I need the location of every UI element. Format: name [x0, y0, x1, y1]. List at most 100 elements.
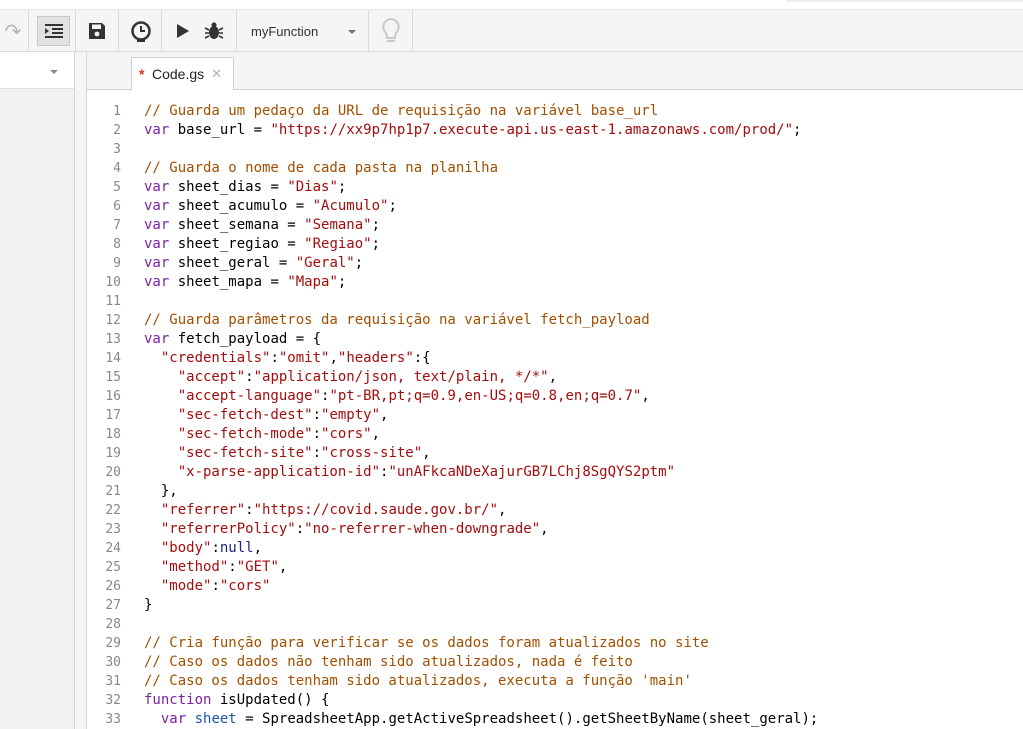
execution-hints-button[interactable] [371, 10, 411, 52]
code-token: ; [354, 255, 364, 271]
code-text: "sec-fetch-dest":"empty", [144, 406, 389, 425]
code-text: "credentials":"omit","headers":{ [144, 349, 431, 368]
line-number: 14 [105, 351, 121, 366]
code-line: 14 "credentials":"omit","headers":{ [88, 349, 1023, 368]
code-token: , [380, 407, 389, 423]
code-token: : [312, 426, 322, 442]
code-token: : [312, 407, 322, 423]
code-token: "sec-fetch-dest" [177, 407, 313, 423]
code-text: // Guarda parâmetros da requisição na va… [144, 311, 650, 330]
code-line: 26 "mode":"cors" [88, 577, 1023, 596]
function-select[interactable]: myFunction [237, 10, 368, 52]
code-text: // Guarda o nome de cada pasta na planil… [144, 159, 498, 178]
code-token: "cross-site" [321, 445, 423, 461]
triggers-button[interactable] [127, 10, 155, 52]
redo-icon: ↷ [4, 20, 22, 43]
line-number: 31 [105, 674, 121, 689]
file-tab-code-gs[interactable]: * Code.gs ✕ [131, 57, 234, 90]
save-button[interactable] [84, 10, 110, 52]
save-icon [89, 23, 105, 39]
line-number: 10 [105, 275, 121, 290]
code-token: "https://xx9p7hp1p7.execute-api.us-east-… [270, 122, 794, 138]
code-token: // Guarda o nome de cada pasta na planil… [144, 160, 499, 176]
code-token: "unAFkcaNDeXajurGB7LChj8SgQYS2ptm" [388, 464, 676, 480]
code-line: 11 [88, 292, 1023, 311]
code-token: : [211, 578, 220, 594]
line-number: 28 [105, 617, 121, 632]
toolbar-separator [412, 10, 413, 52]
code-token: "empty" [321, 407, 381, 423]
left-panel [0, 52, 75, 729]
code-line: 28 [88, 615, 1023, 634]
code-token: , [548, 369, 558, 385]
run-button[interactable] [172, 10, 194, 52]
tab-strip: * Code.gs ✕ [87, 52, 1023, 90]
code-token: "sec-fetch-site" [177, 445, 313, 461]
panel-divider [75, 52, 87, 729]
code-token: var [144, 198, 170, 214]
file-tab-label: Code.gs [152, 66, 205, 82]
code-text: function isUpdated() { [144, 691, 329, 710]
code-token: var [144, 331, 170, 347]
line-number: 6 [113, 199, 121, 214]
line-number: 11 [105, 294, 121, 309]
clock-icon [131, 21, 151, 42]
code-token: : [211, 540, 220, 556]
code-text: "accept-language":"pt-BR,pt;q=0.9,en-US;… [144, 387, 650, 406]
code-token: var [144, 255, 170, 271]
toolbar-separator [368, 10, 369, 52]
code-text: // Guarda um pedaço da URL de requisição… [144, 102, 658, 121]
code-token: ; [371, 236, 381, 252]
code-line: 9 var sheet_geral = "Geral"; [88, 254, 1023, 273]
code-token: sheet_dias = [169, 179, 288, 195]
code-token: : [312, 445, 322, 461]
code-editor[interactable]: 1 // Guarda um pedaço da URL de requisiçã… [88, 91, 1023, 729]
line-number: 23 [105, 522, 121, 537]
code-text: } [144, 596, 152, 615]
redo-button[interactable]: ↷ [0, 10, 26, 52]
code-line: 23 "referrerPolicy":"no-referrer-when-do… [88, 520, 1023, 539]
code-text: var sheet_semana = "Semana"; [144, 216, 380, 235]
file-list-dropdown[interactable] [0, 52, 74, 89]
code-text: // Caso os dados tenham sido atualizados… [144, 672, 692, 691]
code-token: , [540, 521, 549, 537]
code-token: ; [388, 198, 397, 214]
code-line: 16 "accept-language":"pt-BR,pt;q=0.9,en-… [88, 387, 1023, 406]
code-text: var base_url = "https://xx9p7hp1p7.execu… [144, 121, 801, 140]
close-icon[interactable]: ✕ [211, 66, 222, 82]
code-token: isUpdated() { [211, 692, 330, 708]
line-number: 26 [105, 579, 121, 594]
line-number: 1 [113, 104, 121, 119]
code-token: "method" [160, 559, 229, 575]
toolbar-separator [28, 10, 29, 52]
line-number: 16 [105, 389, 121, 404]
code-line: 19 "sec-fetch-site":"cross-site", [88, 444, 1023, 463]
code-text: "accept":"application/json, text/plain, … [144, 368, 557, 387]
code-token: sheet_semana = [169, 217, 305, 233]
code-line: 20 "x-parse-application-id":"unAFkcaNDeX… [88, 463, 1023, 482]
code-token: , [371, 426, 381, 442]
code-text: var sheet_dias = "Dias"; [144, 178, 346, 197]
debug-button[interactable] [202, 10, 226, 52]
line-number: 8 [113, 237, 121, 252]
code-token: : [245, 369, 254, 385]
chevron-down-icon [348, 30, 356, 34]
code-line: 22 "referrer":"https://covid.saude.gov.b… [88, 501, 1023, 520]
line-number: 20 [105, 465, 121, 480]
code-token: sheet_geral = [169, 255, 296, 271]
code-token: "Geral" [295, 255, 355, 271]
code-token: sheet_regiao = [169, 236, 305, 252]
code-line: 12 // Guarda parâmetros da requisição na … [88, 311, 1023, 330]
line-number: 13 [105, 332, 121, 347]
toolbar-separator [161, 10, 162, 52]
code-text: "referrer":"https://covid.saude.gov.br/"… [144, 501, 507, 520]
code-token: ; [337, 274, 347, 290]
line-number: 9 [113, 256, 121, 271]
indent-button[interactable] [37, 16, 70, 46]
code-token: : [228, 559, 237, 575]
